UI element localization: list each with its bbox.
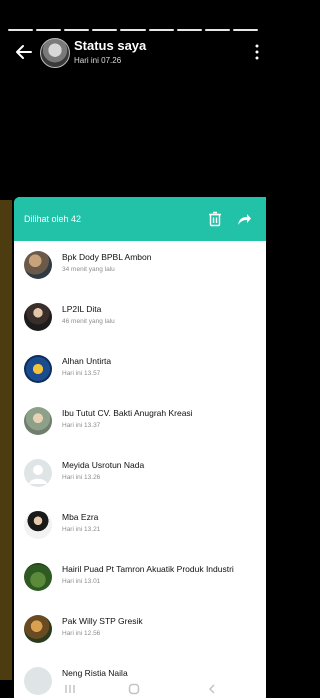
progress-segment — [120, 29, 146, 31]
viewer-time: 34 menit yang lalu — [62, 266, 115, 273]
progress-segment — [176, 29, 202, 31]
viewers-sheet-header: Dilihat oleh 42 — [14, 197, 266, 241]
viewer-row[interactable]: Neng Ristia Naila — [14, 657, 266, 698]
viewer-time: Hari ini 13.57 — [62, 370, 101, 377]
progress-segment — [92, 29, 118, 31]
status-header: Status saya Hari ini 07.26 — [0, 36, 266, 70]
avatar — [24, 355, 52, 383]
viewer-time: 46 menit yang lalu — [62, 318, 115, 325]
viewer-name: Ibu Tutut CV. Bakti Anugrah Kreasi — [62, 408, 193, 418]
arrow-left-icon[interactable] — [14, 42, 34, 62]
viewer-row[interactable]: Pak Willy STP Gresik Hari ini 12.56 — [14, 605, 266, 657]
viewer-row[interactable]: LP2IL Dita 46 menit yang lalu — [14, 293, 266, 345]
more-vertical-icon[interactable] — [254, 44, 260, 60]
default-avatar-icon — [29, 465, 47, 484]
viewer-name: Pak Willy STP Gresik — [62, 616, 143, 626]
viewer-row[interactable]: Hairil Puad Pt Tamron Akuatik Produk Ind… — [14, 553, 266, 605]
viewer-name: LP2IL Dita — [62, 304, 102, 314]
viewers-sheet: Dilihat oleh 42 Bpk Dody BPBL Ambon 34 m… — [14, 197, 266, 698]
viewer-row[interactable]: Ibu Tutut CV. Bakti Anugrah Kreasi Hari … — [14, 397, 266, 449]
avatar — [24, 615, 52, 643]
viewer-time: Hari ini 13.21 — [62, 526, 101, 533]
progress-segment — [148, 29, 174, 31]
viewer-name: Neng Ristia Naila — [62, 668, 128, 678]
avatar — [24, 303, 52, 331]
viewer-name: Alhan Untirta — [62, 356, 112, 366]
avatar — [24, 459, 52, 487]
viewer-name: Hairil Puad Pt Tamron Akuatik Produk Ind… — [62, 564, 234, 574]
progress-segment — [36, 29, 62, 31]
viewer-row[interactable]: Alhan Untirta Hari ini 13.57 — [14, 345, 266, 397]
avatar — [24, 563, 52, 591]
share-forward-icon[interactable] — [236, 211, 252, 227]
viewed-by-count: Dilihat oleh 42 — [24, 214, 82, 224]
viewer-row[interactable]: Meyida Usrotun Nada Hari ini 13.26 — [14, 449, 266, 501]
progress-segment — [64, 29, 90, 31]
viewer-time: Hari ini 12.56 — [62, 630, 101, 637]
avatar — [24, 407, 52, 435]
trash-icon[interactable] — [208, 211, 222, 227]
viewer-row[interactable]: Bpk Dody BPBL Ambon 34 menit yang lalu — [14, 241, 266, 293]
avatar — [24, 251, 52, 279]
status-progress-bar — [8, 29, 258, 31]
viewer-name: Meyida Usrotun Nada — [62, 460, 145, 470]
avatar[interactable] — [40, 38, 70, 68]
progress-segment — [232, 29, 258, 31]
avatar — [24, 667, 52, 695]
progress-segment — [8, 29, 34, 31]
page-title: Status saya — [74, 38, 147, 53]
status-timestamp: Hari ini 07.26 — [74, 56, 122, 65]
avatar — [24, 511, 52, 539]
viewer-name: Mba Ezra — [62, 512, 99, 522]
status-image-edge — [0, 200, 12, 680]
viewer-time: Hari ini 13.01 — [62, 578, 101, 585]
viewer-row[interactable]: Mba Ezra Hari ini 13.21 — [14, 501, 266, 553]
viewer-time: Hari ini 13.26 — [62, 474, 101, 481]
progress-segment — [204, 29, 230, 31]
viewer-time: Hari ini 13.37 — [62, 422, 101, 429]
viewer-name: Bpk Dody BPBL Ambon — [62, 252, 152, 262]
